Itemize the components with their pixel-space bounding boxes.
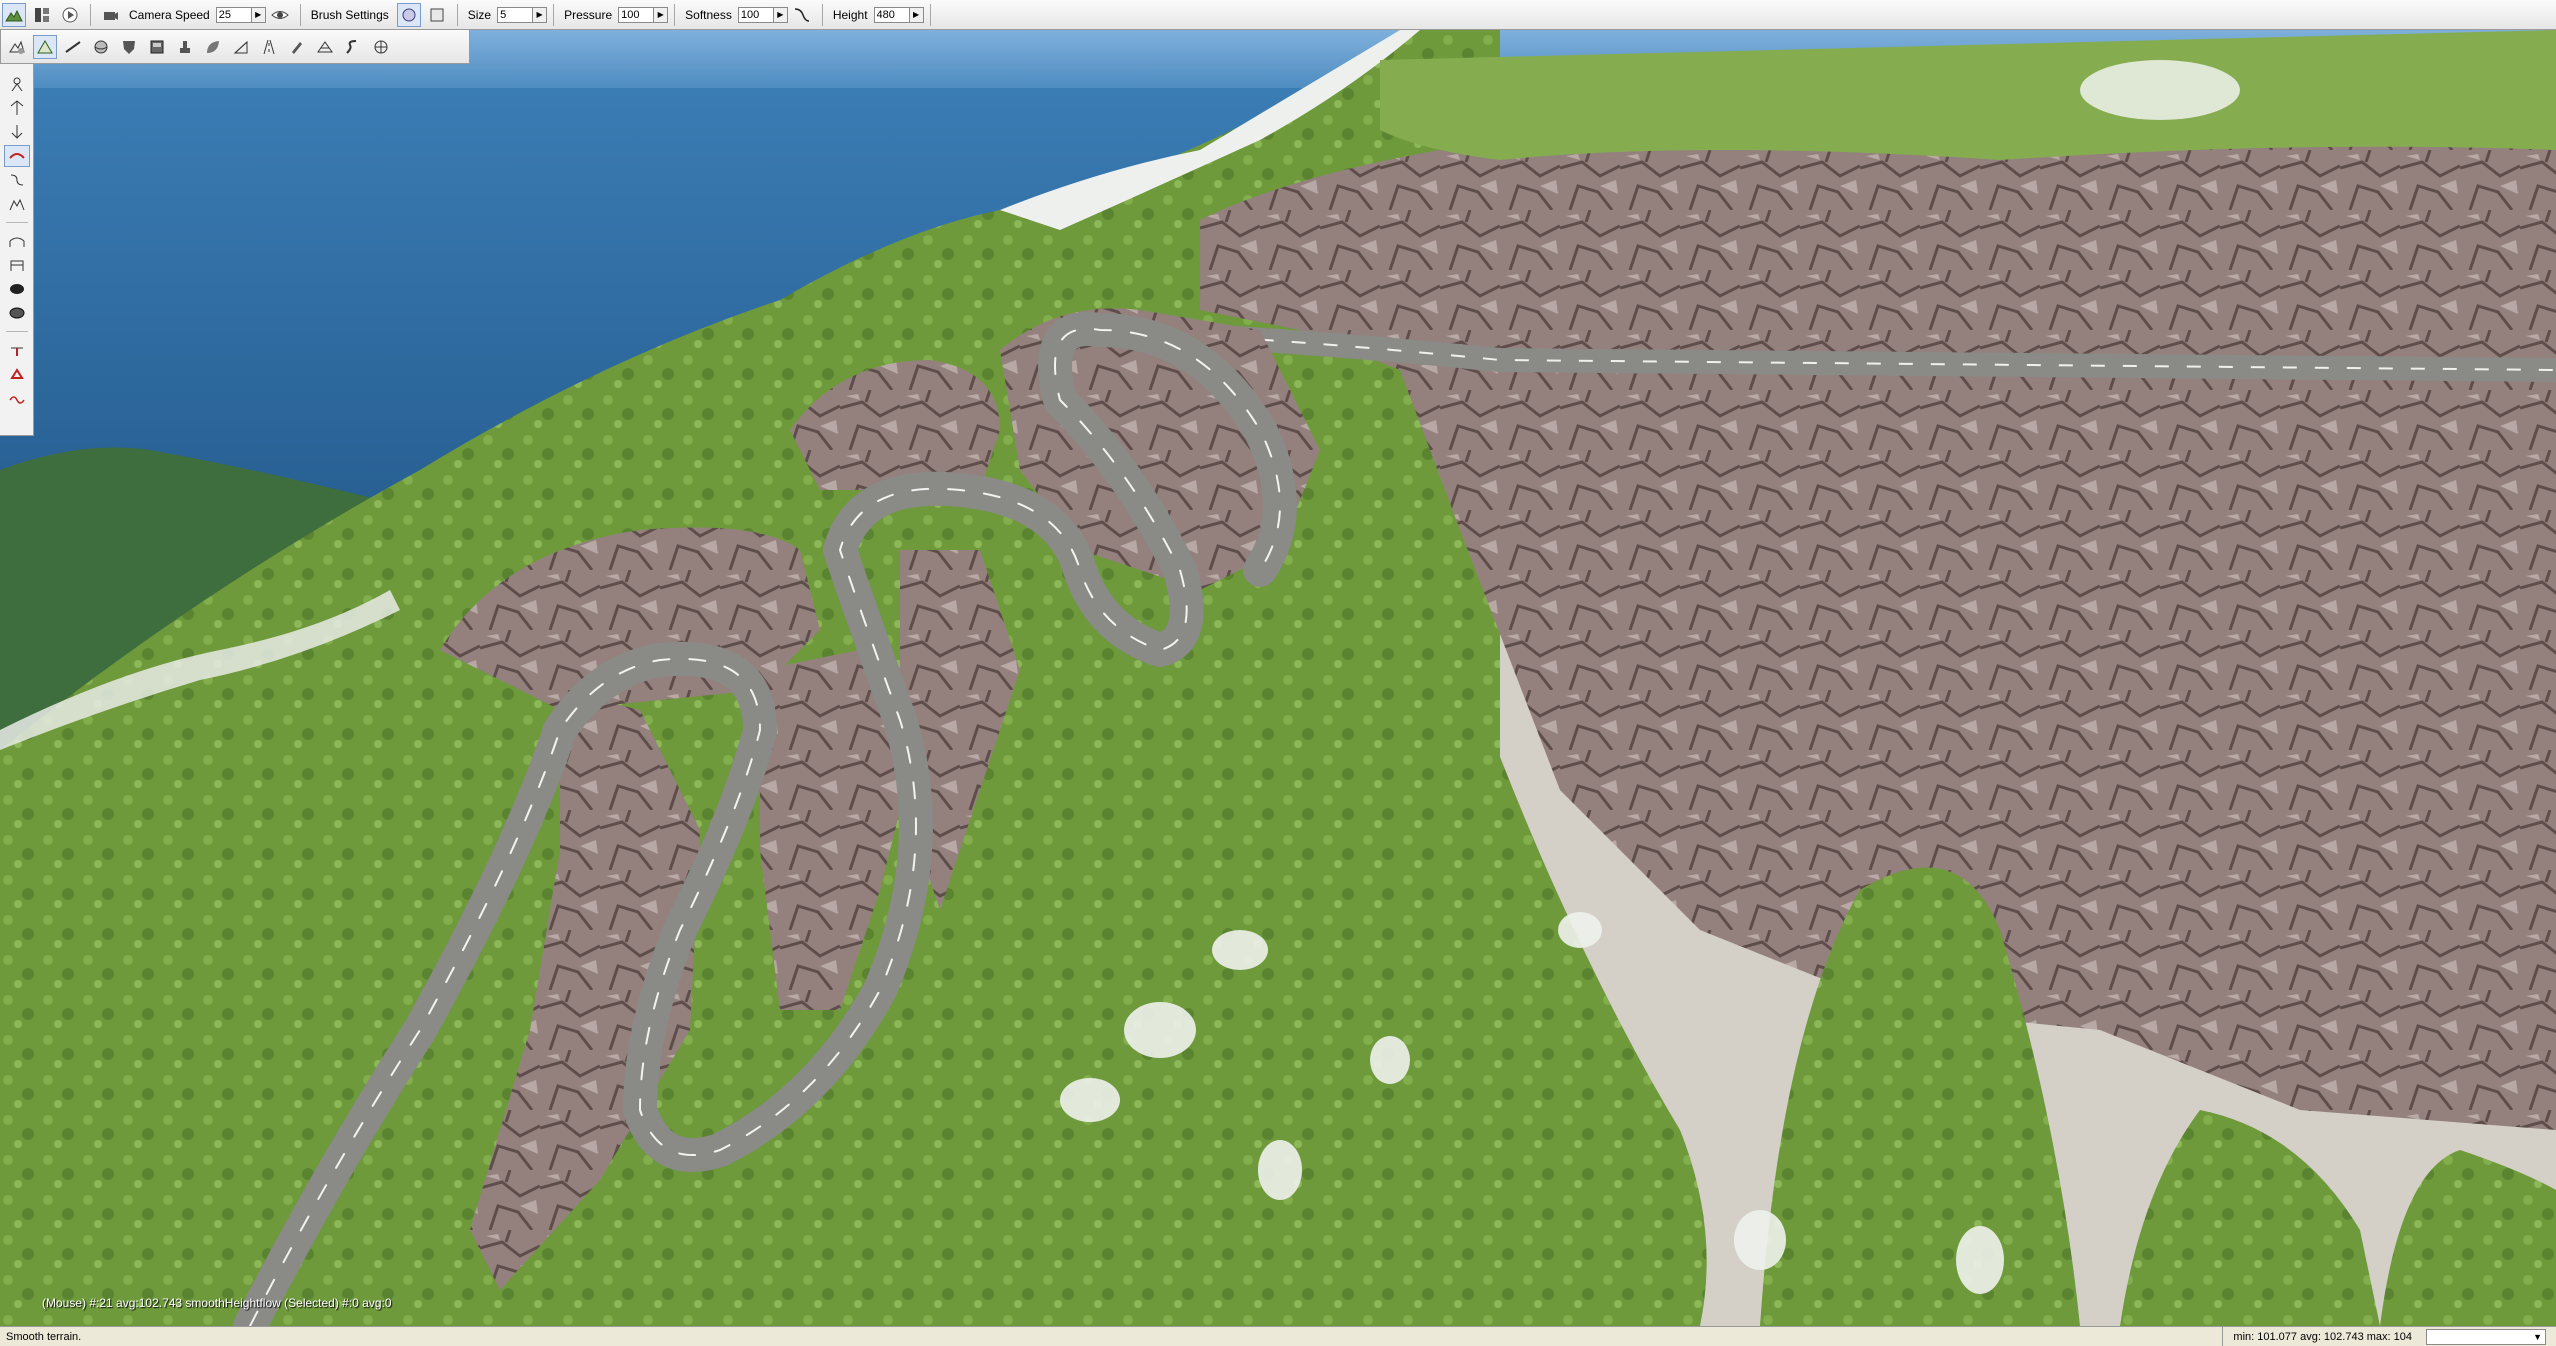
status-dropdown[interactable]: ▼: [2426, 1328, 2546, 1345]
object-tools-sidebar: [0, 64, 34, 436]
layout-icon[interactable]: [30, 3, 54, 27]
oval-dark-icon[interactable]: [4, 278, 30, 300]
toolbar-separator: [553, 3, 555, 26]
softness-curve-icon[interactable]: [790, 3, 814, 27]
camera-speed-label: Camera Speed: [129, 7, 210, 22]
pressure-field[interactable]: ▶: [618, 6, 669, 23]
height-field[interactable]: ▶: [873, 6, 924, 23]
brush-square-icon[interactable]: [425, 3, 449, 27]
softness-input[interactable]: [737, 6, 774, 23]
terrain-brush-readout: (Mouse) #:21 avg:102.743 smoothHeightflo…: [42, 1296, 392, 1310]
sidebar-separator: [5, 222, 28, 223]
spline-icon[interactable]: [4, 169, 30, 191]
leaf-icon[interactable]: [201, 35, 225, 59]
pressure-arrow-icon[interactable]: ▶: [654, 6, 669, 23]
toolbar-separator: [929, 3, 931, 26]
camera-icon[interactable]: [99, 3, 123, 27]
marker-remove-icon[interactable]: [4, 363, 30, 385]
height-input[interactable]: [873, 6, 910, 23]
gate-icon[interactable]: [4, 254, 30, 276]
mesh-icon[interactable]: [313, 35, 337, 59]
toolbar-separator: [90, 3, 91, 26]
bridge-icon[interactable]: [4, 230, 30, 252]
mountain-icon[interactable]: [4, 193, 30, 215]
road-icon[interactable]: [257, 35, 281, 59]
flatten-icon[interactable]: [61, 35, 85, 59]
marker-add-icon[interactable]: [4, 339, 30, 361]
toolbar-separator: [674, 3, 676, 26]
material-icon[interactable]: [145, 35, 169, 59]
main-toolbar: Camera Speed ▶ Brush Settings Size ▶ Pre…: [0, 0, 2556, 30]
terrain-tools-toolbar: [0, 30, 470, 64]
slope-icon[interactable]: [229, 35, 253, 59]
softness-label: Softness: [685, 7, 732, 22]
play-icon[interactable]: [58, 3, 82, 27]
pressure-label: Pressure: [564, 7, 613, 22]
smooth-sphere-icon[interactable]: [89, 35, 113, 59]
stamp-icon[interactable]: [173, 35, 197, 59]
terrain-editor-icon[interactable]: [2, 2, 26, 27]
sidebar-separator: [5, 331, 28, 332]
road-tool-icon[interactable]: [3, 145, 30, 167]
path-icon[interactable]: [4, 387, 30, 409]
paint-icon[interactable]: [285, 35, 309, 59]
height-stats: min: 101.077 avg: 102.743 max: 104: [2222, 1327, 2422, 1346]
camera-speed-arrow-icon[interactable]: ▶: [251, 6, 266, 23]
pressure-input[interactable]: [618, 6, 655, 23]
river-icon[interactable]: [341, 35, 365, 59]
rotate-icon[interactable]: [4, 121, 30, 143]
decal-icon[interactable]: [369, 35, 393, 59]
height-label: Height: [832, 7, 868, 22]
brush-settings-label: Brush Settings: [310, 7, 389, 22]
camera-speed-field[interactable]: ▶: [215, 6, 266, 23]
status-bar: Smooth terrain. min: 101.077 avg: 102.74…: [0, 1326, 2556, 1346]
raise-terrain-icon[interactable]: [33, 34, 57, 59]
move-icon[interactable]: [4, 97, 30, 119]
terrain-viewport[interactable]: [0, 30, 2556, 1326]
shield-icon[interactable]: [117, 35, 141, 59]
size-input[interactable]: [497, 6, 534, 23]
softness-arrow-icon[interactable]: ▶: [773, 6, 788, 23]
oval-fill-icon[interactable]: [4, 302, 30, 324]
size-field[interactable]: ▶: [497, 6, 548, 23]
camera-speed-input[interactable]: [215, 6, 252, 23]
brush-circle-icon[interactable]: [396, 2, 421, 27]
size-arrow-icon[interactable]: ▶: [533, 6, 548, 23]
terrain-settings-icon[interactable]: [5, 35, 29, 59]
visibility-eye-icon[interactable]: [268, 3, 292, 27]
softness-field[interactable]: ▶: [737, 6, 788, 23]
chevron-down-icon: ▼: [2533, 1331, 2542, 1342]
toolbar-separator: [299, 3, 301, 26]
height-arrow-icon[interactable]: ▶: [909, 6, 924, 23]
select-object-icon[interactable]: [4, 73, 30, 95]
toolbar-separator: [456, 3, 458, 26]
toolbar-separator: [821, 3, 823, 26]
status-message: Smooth terrain.: [6, 1330, 82, 1343]
size-label: Size: [467, 7, 492, 22]
